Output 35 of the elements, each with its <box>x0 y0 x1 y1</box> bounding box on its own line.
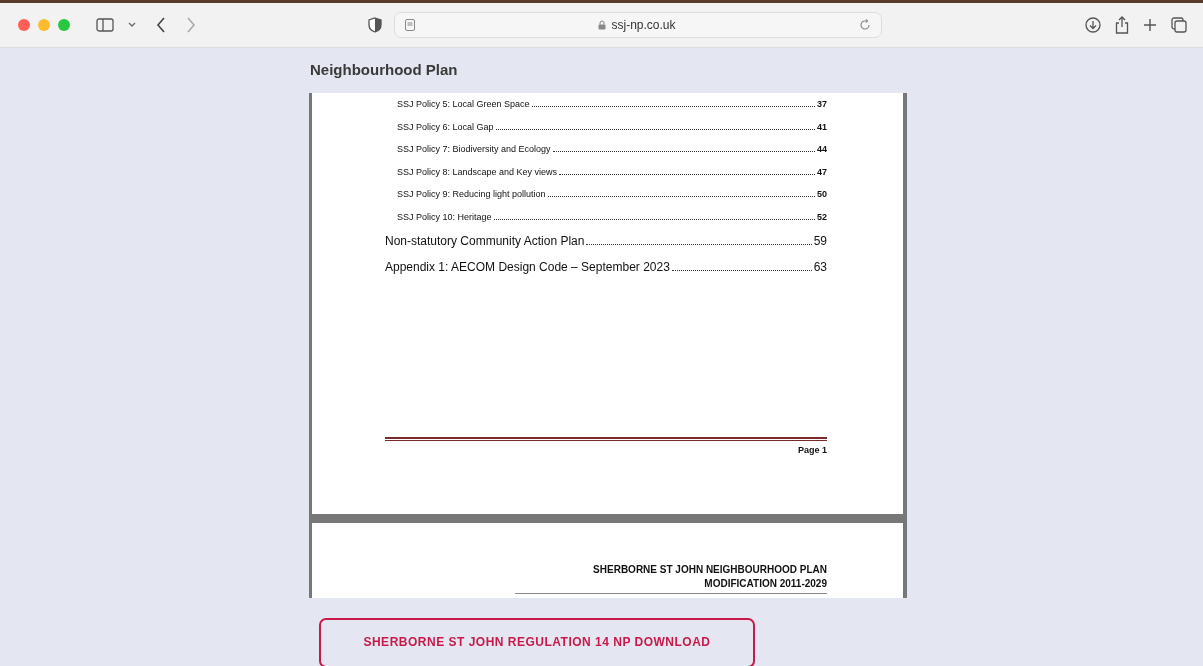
tabs-icon[interactable] <box>1171 17 1187 33</box>
toc-entry-title: SSJ Policy 8: Landscape and Key views <box>397 165 558 179</box>
toc-page-number: 37 <box>817 98 827 111</box>
sidebar-icon[interactable] <box>96 18 114 32</box>
toc-entry-title: SSJ Policy 5: Local Green Space <box>397 98 530 111</box>
toc-entry-title: SSJ Policy 6: Local Gap <box>397 120 494 134</box>
toc-entry-title: Non-statutory Community Action Plan <box>385 232 585 249</box>
toc-page-number: 47 <box>817 165 827 179</box>
url-text: ssj-np.co.uk <box>611 18 676 32</box>
share-icon[interactable] <box>1115 16 1129 34</box>
toc-page-number: 50 <box>817 188 827 202</box>
document-header-text: SHERBORNE ST JOHN NEIGHBOURHOOD PLAN <box>593 563 827 577</box>
shield-icon[interactable] <box>368 17 382 33</box>
page-icon <box>405 19 415 31</box>
toc-page-number: 41 <box>817 120 827 134</box>
download-icon[interactable] <box>1085 17 1101 33</box>
plus-icon[interactable] <box>1143 18 1157 32</box>
toc-entry-title: SSJ Policy 10: Heritage <box>397 210 492 224</box>
toc-page-number: 44 <box>817 143 827 157</box>
toc-entry-title: Appendix 1: AECOM Design Code – September 2023 <box>385 258 670 275</box>
close-window-button[interactable] <box>18 19 30 31</box>
toc-entry-title: SSJ Policy 7: Biodiversity and Ecology <box>397 143 551 157</box>
download-button[interactable]: SHERBORNE ST JOHN REGULATION 14 NP DOWNLOAD <box>319 618 755 666</box>
toc-page-number: 59 <box>813 232 827 249</box>
page-number-footer: Page 1 <box>797 444 827 455</box>
back-icon[interactable] <box>156 17 166 33</box>
chevron-down-icon[interactable] <box>128 22 136 28</box>
toc-entry-title: SSJ Policy 9: Reducing light pollution <box>397 188 546 202</box>
page-heading: Neighbourhood Plan <box>310 61 459 79</box>
reload-icon[interactable] <box>859 19 871 31</box>
toc-page-number: 52 <box>817 210 827 224</box>
toc-page-number: 63 <box>813 258 827 275</box>
address-bar[interactable]: ssj-np.co.uk <box>394 12 882 38</box>
document-header-text: MODIFICATION 2011-2029 <box>704 577 827 591</box>
lock-icon <box>598 20 607 30</box>
